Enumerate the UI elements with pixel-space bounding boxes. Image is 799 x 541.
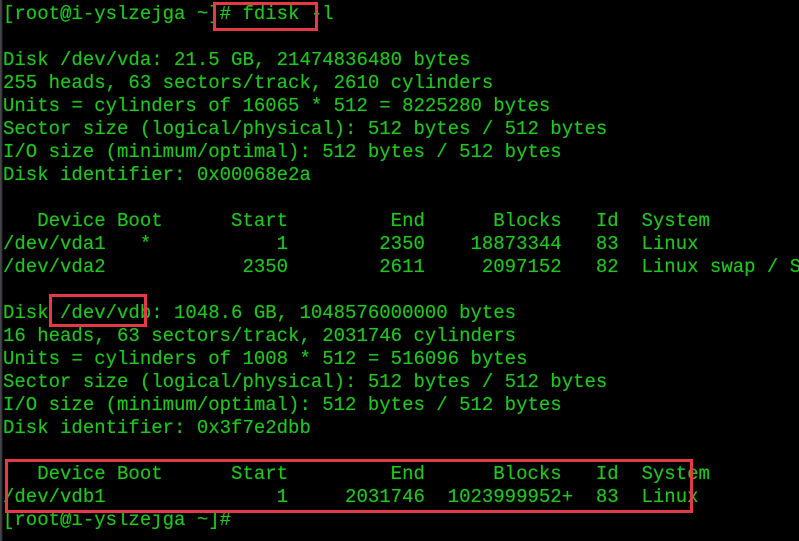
terminal-line-vda-io-size: I/O size (minimum/optimal): 512 bytes / … [3,141,562,163]
terminal-line-vdb-identifier: Disk identifier: 0x3f7e2dbb [3,417,311,439]
terminal-line-vdb-disk: Disk /dev/vdb: 1048.6 GB, 1048576000000 … [3,302,517,324]
terminal-line-vda-table-header: Device Boot Start End Blocks Id System [3,210,710,232]
terminal-line-vdb-geometry: 16 heads, 63 sectors/track, 2031746 cyli… [3,325,517,347]
terminal-line-vdb-io-size: I/O size (minimum/optimal): 512 bytes / … [3,394,562,416]
terminal-screen: [root@i-yslzejga ~]# fdisk -l Disk /dev/… [0,0,799,541]
terminal-line-vdb-table-header: Device Boot Start End Blocks Id System [3,463,710,485]
terminal-line-vda-units: Units = cylinders of 16065 * 512 = 82252… [3,95,551,117]
terminal-line-prompt-command: [root@i-yslzejga ~]# fdisk -l [3,3,334,25]
terminal-line-vda-sector-size: Sector size (logical/physical): 512 byte… [3,118,608,140]
terminal-line-vdb1-row: /dev/vdb1 1 2031746 1023999952+ 83 Linux [3,486,699,508]
terminal-line-vda-disk: Disk /dev/vda: 21.5 GB, 21474836480 byte… [3,49,471,71]
terminal-line-final-prompt: [root@i-yslzejga ~]# [3,509,232,531]
terminal-output[interactable]: [root@i-yslzejga ~]# fdisk -l Disk /dev/… [3,0,799,541]
terminal-line-vda-identifier: Disk identifier: 0x00068e2a [3,164,311,186]
terminal-line-vda1-row: /dev/vda1 * 1 2350 18873344 83 Linux [3,233,699,255]
terminal-line-vda-geometry: 255 heads, 63 sectors/track, 2610 cylind… [3,72,494,94]
terminal-line-vdb-units: Units = cylinders of 1008 * 512 = 516096… [3,348,528,370]
terminal-line-vda2-row: /dev/vda2 2350 2611 2097152 82 Linux swa… [3,256,799,278]
terminal-line-vdb-sector-size: Sector size (logical/physical): 512 byte… [3,371,608,393]
